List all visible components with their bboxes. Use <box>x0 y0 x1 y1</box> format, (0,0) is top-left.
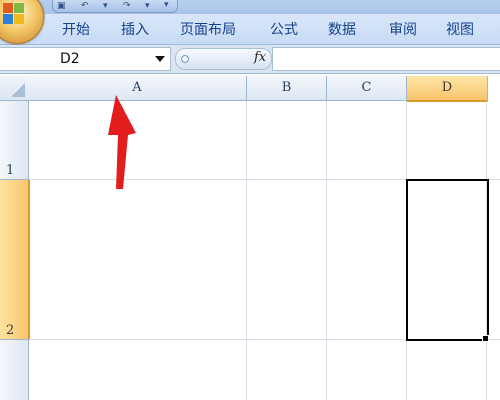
tab-formulas[interactable]: 公式 <box>270 21 298 39</box>
tab-home[interactable]: 开始 <box>62 21 90 39</box>
redo-icon[interactable]: ↷ <box>123 1 131 11</box>
tab-view[interactable]: 视图 <box>446 21 474 39</box>
redo-dropdown-icon[interactable]: ▾ <box>145 1 150 11</box>
fill-handle[interactable] <box>482 335 489 342</box>
office-logo-icon <box>3 3 25 25</box>
formula-bar: D2 fx <box>0 45 500 74</box>
formula-input[interactable] <box>272 47 500 71</box>
column-header-b[interactable]: B <box>247 76 327 101</box>
row-header-3[interactable] <box>0 340 29 400</box>
ribbon-tabs: 开始 插入 页面布局 公式 数据 审阅 视图 <box>0 14 500 45</box>
insert-function-area: fx <box>175 48 272 70</box>
select-all-button[interactable] <box>0 76 29 101</box>
tab-data[interactable]: 数据 <box>328 21 356 39</box>
save-icon[interactable]: ▣ <box>57 1 66 11</box>
grid-line <box>246 101 247 400</box>
name-box-value: D2 <box>60 51 80 67</box>
undo-dropdown-icon[interactable]: ▾ <box>103 1 108 11</box>
undo-icon[interactable]: ↶ <box>81 1 89 11</box>
active-cell-d2[interactable] <box>406 179 489 341</box>
row-header-2[interactable]: 2 <box>0 180 30 340</box>
chevron-down-icon[interactable] <box>155 56 165 62</box>
tab-insert[interactable]: 插入 <box>121 21 149 39</box>
chevron-down-icon[interactable]: ▾ <box>164 0 169 10</box>
column-header-d[interactable]: D <box>407 76 488 102</box>
tab-page-layout[interactable]: 页面布局 <box>180 21 236 39</box>
red-arrow-icon <box>108 95 136 189</box>
select-all-icon <box>11 83 25 97</box>
grid-line <box>326 101 327 400</box>
name-box[interactable]: D2 <box>0 47 171 71</box>
insert-function-button[interactable]: fx <box>254 50 266 66</box>
resize-handle-icon[interactable] <box>181 55 189 63</box>
row-number: 2 <box>6 323 15 338</box>
row-header-1[interactable]: 1 <box>0 101 29 180</box>
column-header-c[interactable]: C <box>327 76 407 101</box>
quick-access-toolbar: ▣ ↶ ▾ ↷ ▾ <box>52 0 178 13</box>
tab-review[interactable]: 审阅 <box>389 21 417 39</box>
row-number: 1 <box>6 163 15 178</box>
